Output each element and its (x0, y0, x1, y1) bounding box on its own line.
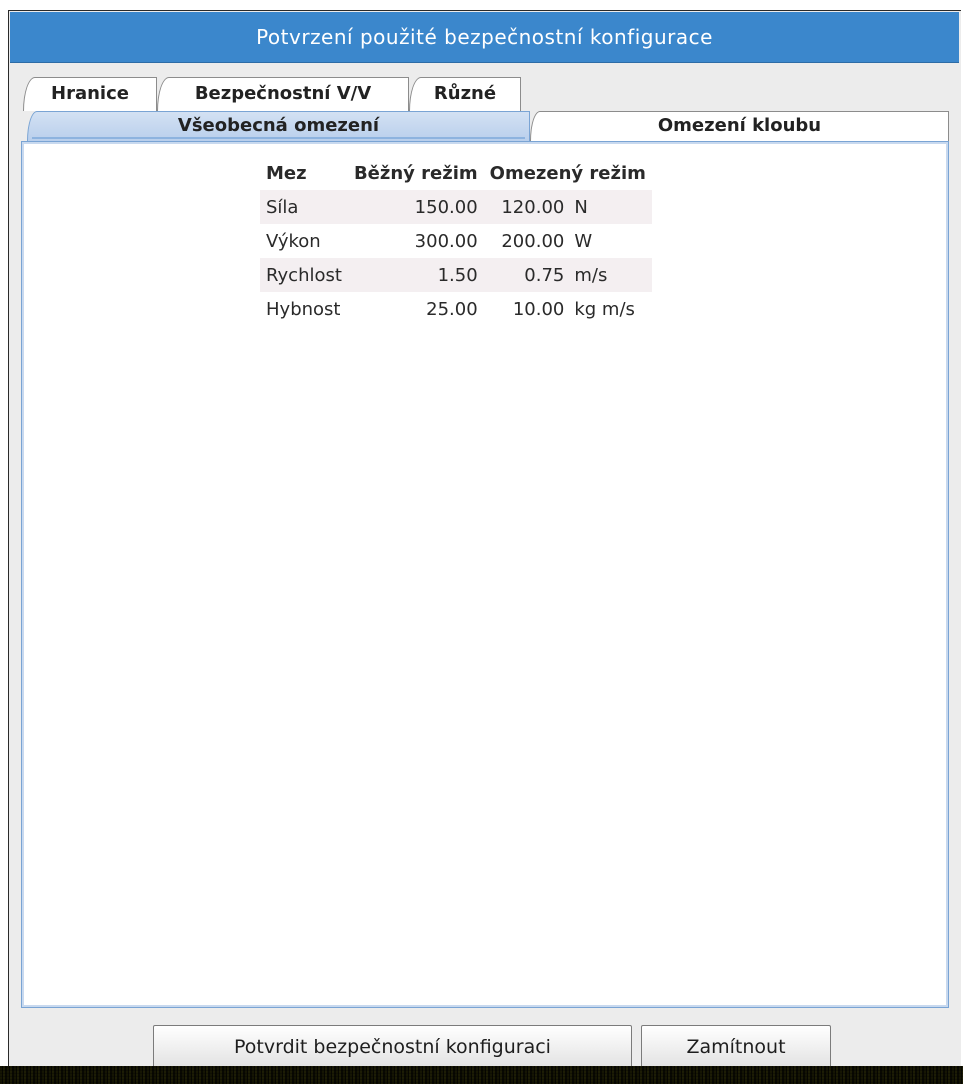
limit-name: Hybnost (266, 298, 341, 320)
normal-value: 1.50 (347, 258, 484, 292)
reduced-value: 10.00 (512, 298, 565, 320)
column-header-limit: Mez (266, 162, 307, 184)
table-row: Výkon 300.00 200.00 W (260, 224, 652, 258)
tab-bezpecnostni-vv[interactable]: Bezpečnostní V/V (157, 77, 409, 111)
unit: W (574, 230, 593, 252)
reduced-value: 120.00 (483, 190, 571, 224)
column-header-normal-mode: Běžný režim (353, 162, 478, 184)
normal-value: 150.00 (347, 190, 484, 224)
reject-button[interactable]: Zamítnout (641, 1025, 831, 1069)
table-row: Síla 150.00 120.00 N (260, 190, 652, 224)
limit-name: Výkon (266, 230, 321, 252)
reduced-value: 200.00 (501, 230, 565, 252)
normal-value: 25.00 (426, 298, 478, 320)
table-row: Hybnost 25.00 10.00 kg m/s (260, 292, 652, 326)
unit: m/s (570, 258, 652, 292)
limit-name: Rychlost (260, 258, 348, 292)
unit: N (570, 190, 652, 224)
table-header-row: Mez Běžný režim Omezený režim (260, 156, 652, 190)
limits-table: Mez Běžný režim Omezený režim Síla 150.0… (260, 156, 652, 326)
column-header-reduced-mode: Omezený režim (489, 162, 646, 184)
tab-hranice[interactable]: Hranice (23, 77, 157, 111)
reduced-value: 0.75 (483, 258, 571, 292)
tab-omezeni-kloubu[interactable]: Omezení kloubu (530, 111, 949, 141)
dialog-title: Potvrzení použité bezpečnostní konfigura… (10, 12, 959, 63)
general-limits-panel: Mez Běžný režim Omezený režim Síla 150.0… (21, 141, 949, 1008)
tab-ruzne[interactable]: Různé (409, 77, 521, 111)
confirm-configuration-button[interactable]: Potvrdit bezpečnostní konfiguraci (153, 1025, 632, 1069)
normal-value: 300.00 (414, 230, 478, 252)
limit-name: Síla (260, 190, 348, 224)
screen-noise-strip (0, 1066, 963, 1084)
tab-vseobecna-omezeni[interactable]: Všeobecná omezení (27, 111, 530, 141)
unit: kg m/s (574, 298, 635, 320)
safety-config-dialog: Potvrzení použité bezpečnostní konfigura… (8, 10, 961, 1069)
table-row: Rychlost 1.50 0.75 m/s (260, 258, 652, 292)
